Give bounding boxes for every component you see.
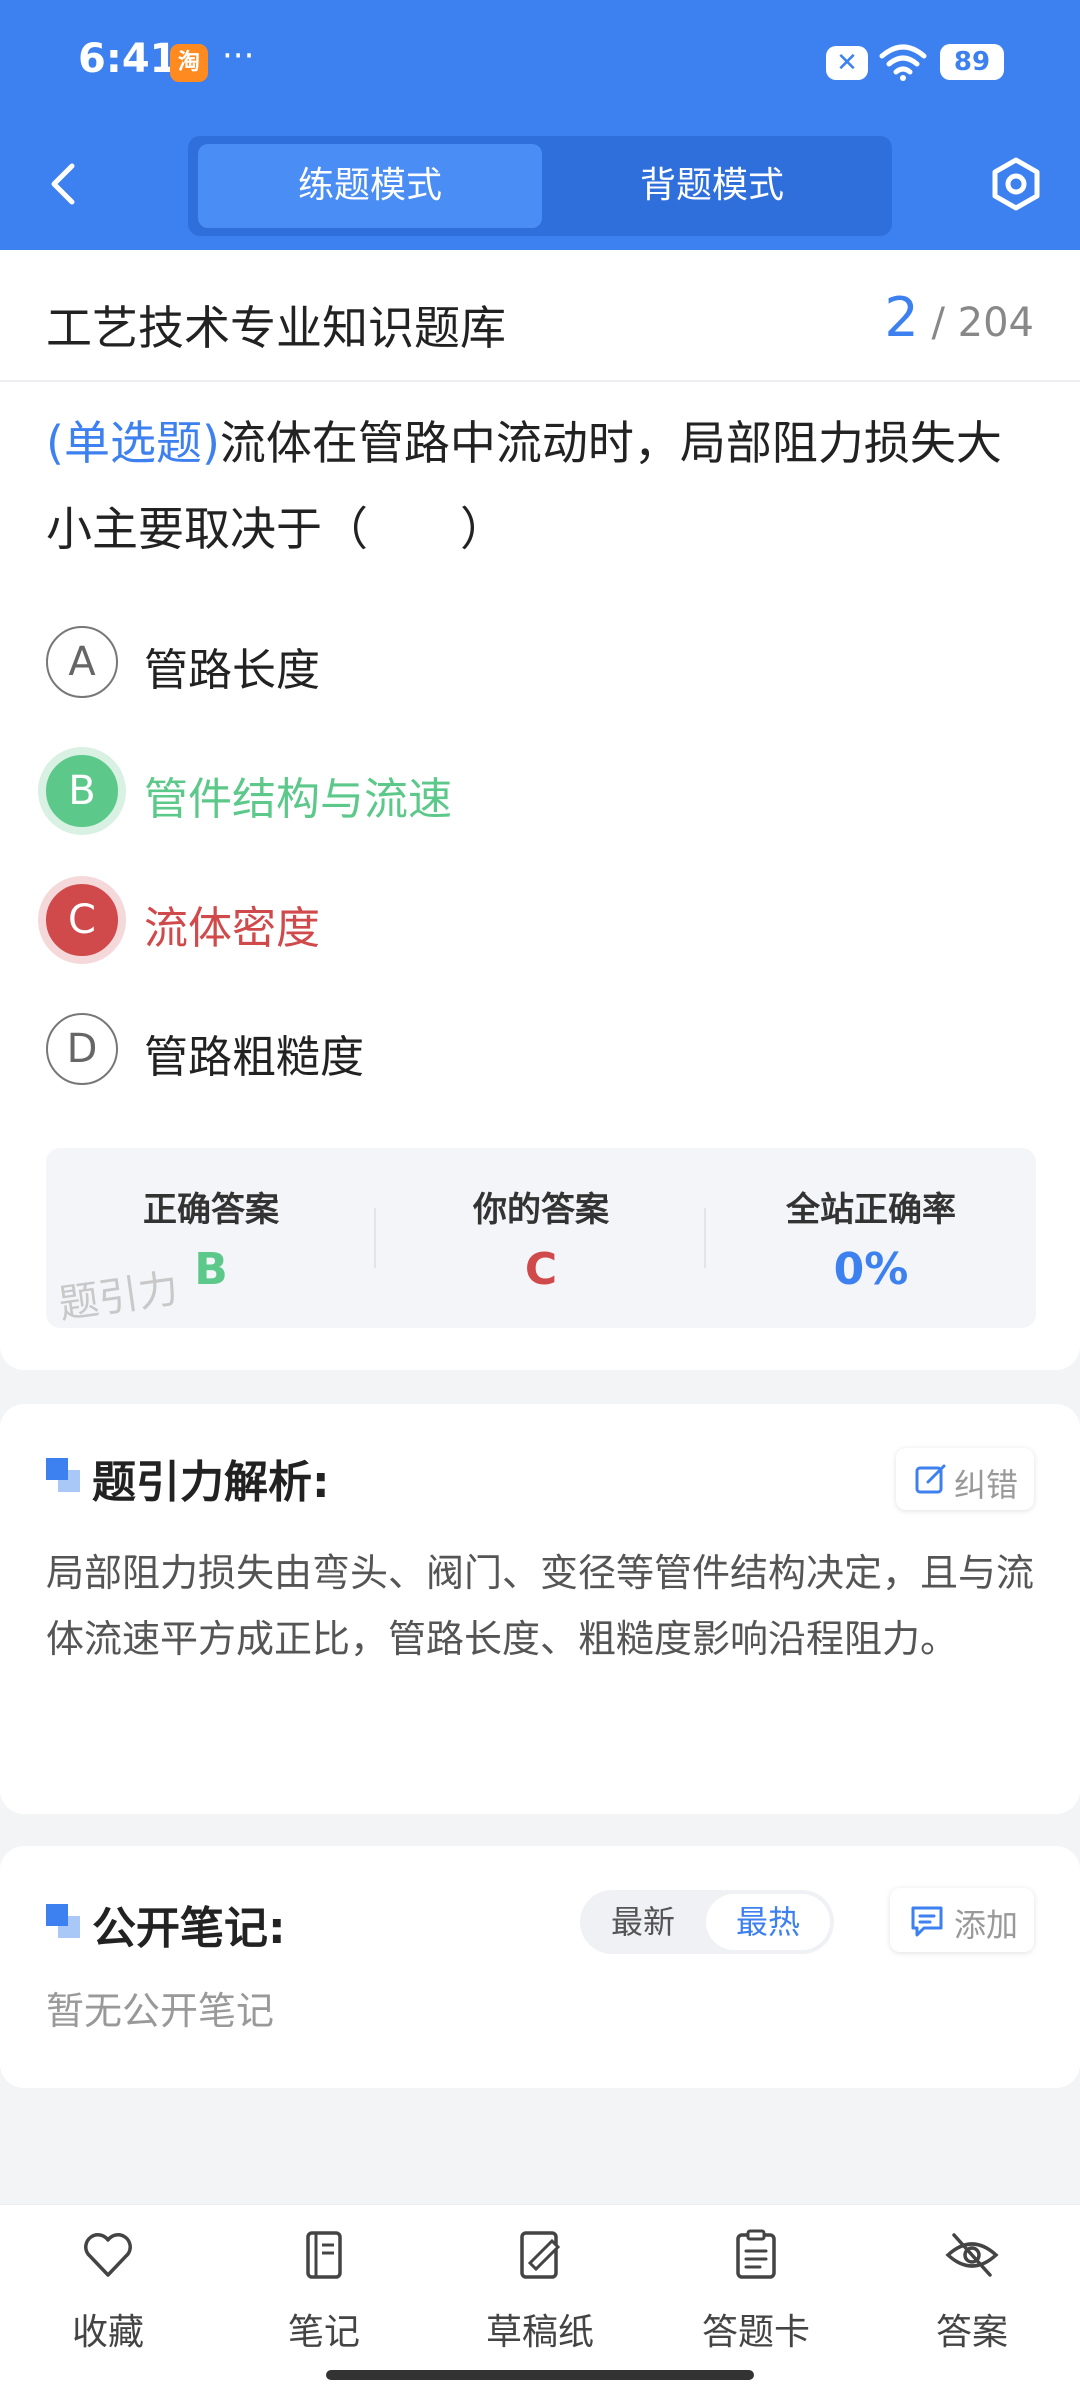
taobao-app-icon: 淘 <box>170 44 208 82</box>
report-error-button[interactable]: 纠错 <box>896 1448 1034 1510</box>
back-arrow-icon[interactable] <box>40 156 90 212</box>
option-b[interactable]: B 管件结构与流速 <box>46 753 1026 831</box>
heart-icon <box>84 2233 132 2277</box>
option-c-letter: C <box>46 884 118 956</box>
tab-practice-mode[interactable]: 练题模式 <box>198 144 542 228</box>
add-note-button[interactable]: 添加 <box>890 1888 1034 1952</box>
accuracy-label: 全站正确率 <box>786 1190 956 1230</box>
option-c[interactable]: C 流体密度 <box>46 882 1026 960</box>
question-card: 工艺技术专业知识题库 2 / 204 (单选题)流体在管路中流动时，局部阻力损失… <box>0 250 1080 1370</box>
nav-answer[interactable]: 答案 <box>864 2205 1080 2400</box>
notes-title: 公开笔记: <box>92 1903 286 1954</box>
sort-hottest-button[interactable]: 最热 <box>706 1894 830 1950</box>
report-error-label: 纠错 <box>954 1466 1019 1504</box>
option-b-letter: B <box>46 755 118 827</box>
your-answer-value: C <box>524 1244 558 1295</box>
total-question-count: / 204 <box>931 300 1034 346</box>
close-icon: ✕ <box>826 46 868 80</box>
tab-memorize-mode[interactable]: 背题模式 <box>540 144 884 228</box>
status-time: 6:41 <box>78 36 178 82</box>
option-b-text: 管件结构与流速 <box>144 774 452 825</box>
battery-icon: 89 <box>940 44 1004 80</box>
comment-icon <box>911 1906 943 1937</box>
notebook-icon <box>306 2231 342 2279</box>
accuracy-col: 全站正确率 0% <box>706 1148 1036 1328</box>
answer-summary: 正确答案 B 你的答案 C 全站正确率 0% 题引力 <box>46 1148 1036 1328</box>
nav-favorite-label: 收藏 <box>71 2312 144 2353</box>
option-a[interactable]: A 管路长度 <box>46 624 1026 702</box>
divider <box>0 380 1080 382</box>
your-answer-label: 你的答案 <box>473 1190 609 1230</box>
option-a-letter: A <box>46 626 118 698</box>
nav-answer-sheet-label: 答题卡 <box>701 2312 810 2353</box>
analysis-text: 局部阻力损失由弯头、阀门、变径等管件结构决定，且与流体流速平方成正比，管路长度、… <box>46 1551 1035 1661</box>
mode-switch: 练题模式 背题模式 <box>188 136 892 236</box>
correct-answer-label: 正确答案 <box>143 1190 279 1230</box>
question-bank-title: 工艺技术专业知识题库 <box>46 301 506 355</box>
wifi-icon <box>879 44 927 81</box>
option-c-text: 流体密度 <box>144 903 320 954</box>
nav-answer-label: 答案 <box>935 2312 1008 2353</box>
question-progress: 2 / 204 <box>884 286 1034 349</box>
edit-icon <box>915 1464 946 1494</box>
nav-favorite[interactable]: 收藏 <box>0 2205 216 2400</box>
section-icon <box>46 1458 82 1494</box>
status-bar: 6:41 淘 ··· ✕ 89 <box>0 0 1080 124</box>
question-stem: (单选题)流体在管路中流动时，局部阻力损失大小主要取决于（ ） <box>46 400 1046 572</box>
sort-newest-button[interactable]: 最新 <box>580 1890 706 1954</box>
empty-notes-text: 暂无公开笔记 <box>46 1989 275 2033</box>
more-notifications-icon: ··· <box>222 36 255 76</box>
your-answer-col: 你的答案 C <box>376 1148 706 1328</box>
notes-sort-toggle: 最新 最热 <box>580 1890 834 1954</box>
clipboard-icon <box>736 2229 776 2279</box>
option-d-text: 管路粗糙度 <box>144 1032 364 1083</box>
accuracy-value: 0% <box>833 1244 909 1295</box>
analysis-title: 题引力解析: <box>92 1457 330 1508</box>
add-note-label: 添加 <box>954 1906 1019 1944</box>
public-notes-card: 公开笔记: 最新 最热 添加 暂无公开笔记 <box>0 1846 1080 2088</box>
settings-icon[interactable] <box>988 156 1044 212</box>
nav-scratch-label: 草稿纸 <box>485 2312 594 2353</box>
option-a-text: 管路长度 <box>144 645 320 696</box>
section-icon <box>46 1904 82 1940</box>
nav-notes-label: 笔记 <box>287 2312 360 2353</box>
question-type: (单选题) <box>46 416 220 470</box>
option-d-letter: D <box>46 1013 118 1085</box>
draft-paper-icon <box>520 2231 561 2279</box>
option-d[interactable]: D 管路粗糙度 <box>46 1011 1026 1089</box>
eye-hidden-icon <box>945 2233 999 2277</box>
analysis-card: 题引力解析: 纠错 局部阻力损失由弯头、阀门、变径等管件结构决定，且与流体流速平… <box>0 1404 1080 1814</box>
top-header: 6:41 淘 ··· ✕ 89 练题模式 背题模式 <box>0 0 1080 250</box>
home-indicator[interactable] <box>326 2370 754 2380</box>
current-question-number: 2 <box>884 286 919 349</box>
